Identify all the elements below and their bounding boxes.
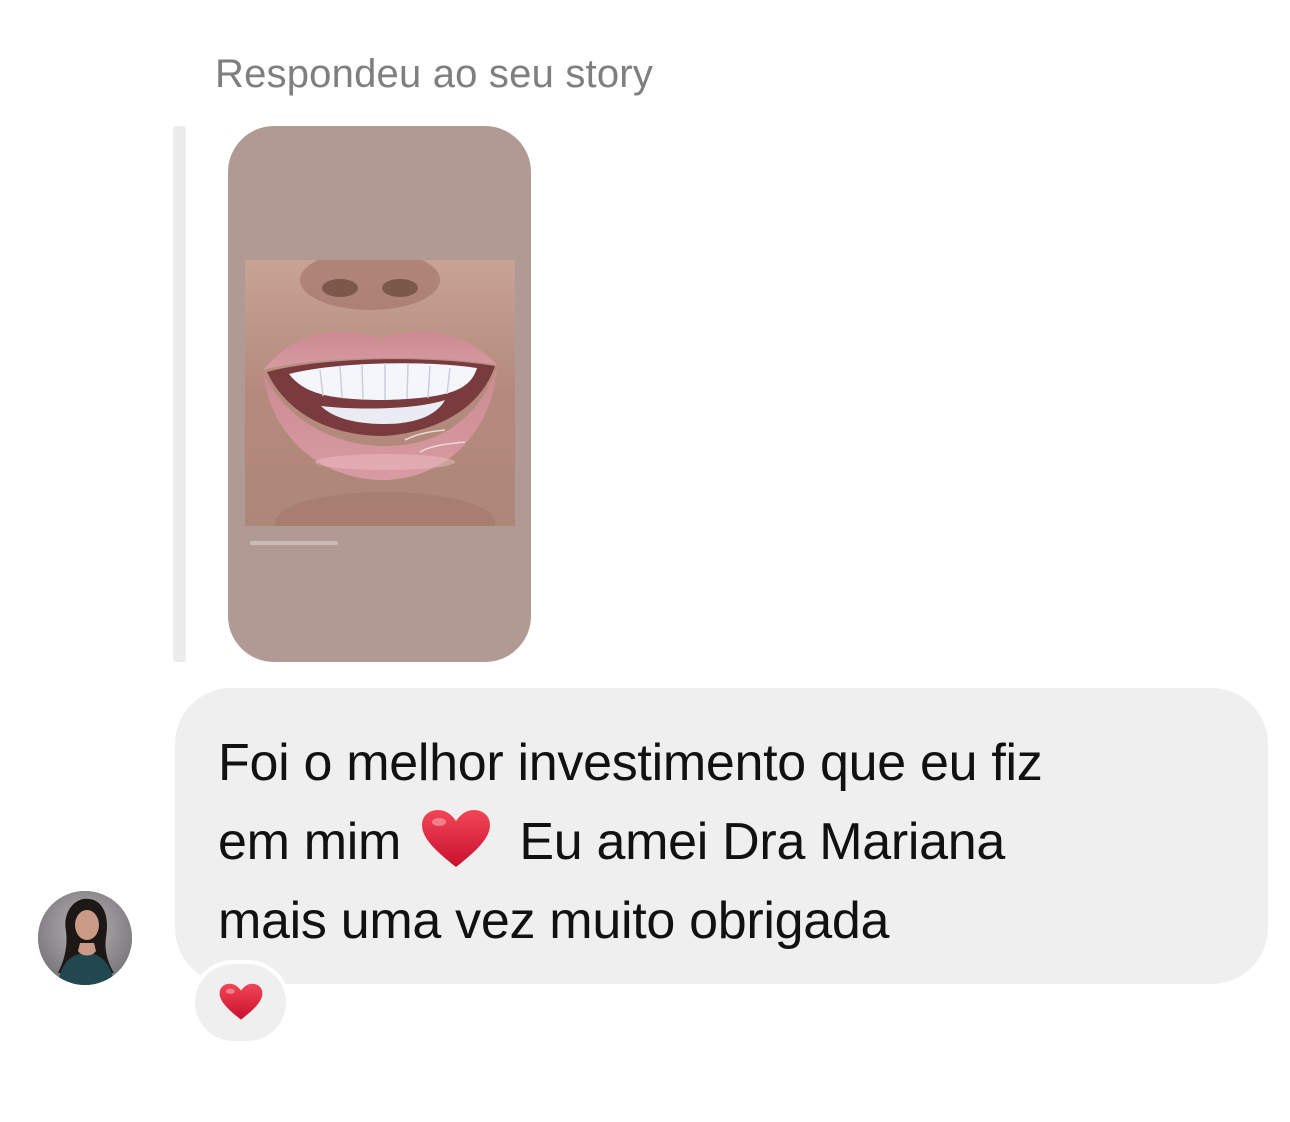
reaction-badge[interactable] [191, 960, 290, 1045]
message-line-2b: Eu amei Dra Mariana [505, 813, 1005, 871]
message-line-2a: em mim [218, 813, 416, 871]
story-thumbnail[interactable] [228, 126, 531, 662]
story-reply-label: Respondeu ao seu story [215, 52, 654, 96]
story-caption-line [250, 541, 338, 545]
message-line-1: Foi o melhor investimento que eu fiz [218, 734, 1043, 792]
avatar[interactable] [38, 891, 132, 985]
dm-thread: Respondeu ao seu story Foi o melhor inve… [0, 0, 1290, 1122]
message-line-3: mais uma vez muito obrigada [218, 892, 890, 950]
quote-bar [173, 126, 186, 662]
message-text: Foi o melhor investimento que eu fiz em … [218, 724, 1248, 961]
smile-photo [245, 260, 515, 526]
message-bubble[interactable]: Foi o melhor investimento que eu fiz em … [175, 688, 1268, 984]
red-heart-icon [421, 809, 491, 869]
red-heart-icon [219, 983, 263, 1020]
